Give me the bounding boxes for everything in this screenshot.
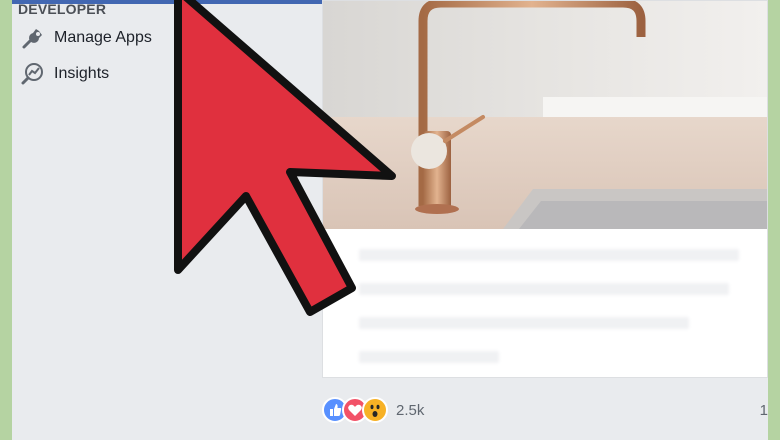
reaction-count[interactable]: 2.5k xyxy=(396,402,424,419)
reactions-bar[interactable]: 2.5k 1 xyxy=(322,396,768,424)
post-caption xyxy=(359,249,749,377)
insights-icon xyxy=(20,61,46,87)
wrench-icon xyxy=(20,25,46,51)
comment-count[interactable]: 1 xyxy=(760,402,768,419)
sidebar-item-manage-apps[interactable]: Manage Apps xyxy=(20,25,220,51)
facebook-window: DEVELOPER Manage Apps Insights 2.5k 1 xyxy=(12,0,768,440)
post-photo[interactable] xyxy=(323,1,767,229)
sidebar-item-label: Insights xyxy=(54,65,110,82)
left-sidebar: DEVELOPER Manage Apps Insights xyxy=(12,0,307,440)
post-card xyxy=(322,0,768,378)
wow-icon xyxy=(362,397,388,423)
sidebar-item-insights[interactable]: Insights xyxy=(20,61,220,87)
sidebar-item-label: Manage Apps xyxy=(54,29,152,46)
developer-section-header: DEVELOPER xyxy=(18,1,107,17)
